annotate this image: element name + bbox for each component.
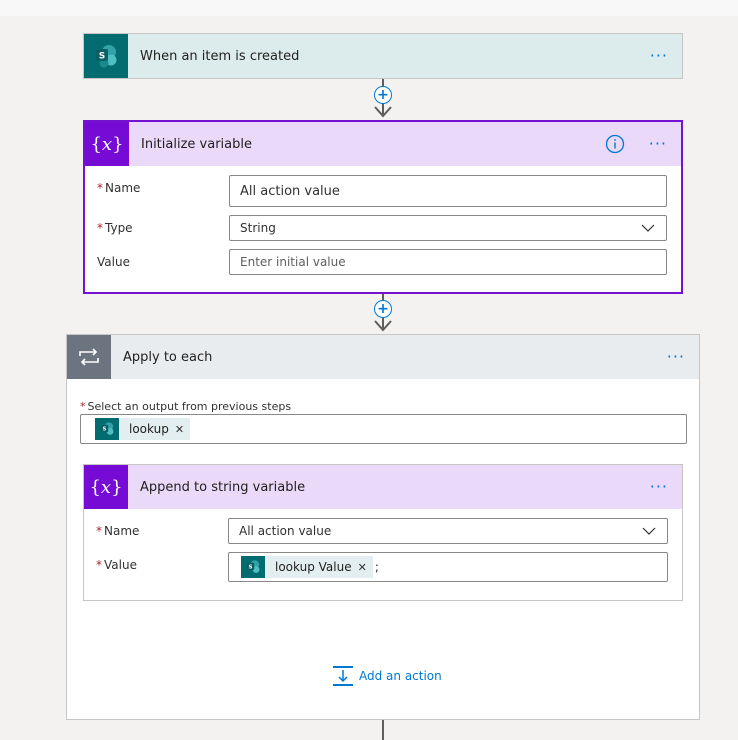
initialize-variable-title: Initialize variable: [141, 136, 252, 152]
apply-to-each-header[interactable]: Apply to each ···: [67, 335, 699, 379]
select-output-input[interactable]: S lookup ✕: [80, 414, 687, 444]
variable-icon: {x}: [85, 122, 129, 166]
type-dropdown[interactable]: String: [229, 215, 667, 241]
top-bar: [0, 0, 738, 16]
sharepoint-icon: S: [95, 418, 119, 440]
append-string-menu-icon[interactable]: ···: [650, 479, 668, 495]
apply-to-each-card[interactable]: Apply to each ··· * Select an output from…: [66, 334, 700, 720]
value-input[interactable]: Enter initial value: [229, 249, 667, 275]
add-action-button[interactable]: Add an action: [332, 665, 442, 687]
trigger-title: When an item is created: [140, 48, 300, 64]
sharepoint-icon: S: [84, 34, 128, 78]
initialize-variable-card[interactable]: {x} Initialize variable ··· * Name All ac…: [83, 120, 683, 294]
apply-to-each-menu-icon[interactable]: ···: [667, 349, 685, 365]
svg-text:S: S: [99, 52, 105, 62]
remove-token-icon[interactable]: ✕: [175, 423, 184, 436]
sharepoint-icon: S: [241, 556, 265, 578]
arrow-down-icon: [374, 106, 392, 118]
append-name-label: * Name: [96, 524, 140, 538]
add-action-icon: [333, 666, 353, 686]
append-string-title: Append to string variable: [140, 479, 306, 495]
select-output-label: * Select an output from previous steps: [80, 400, 292, 413]
svg-text:S: S: [103, 427, 107, 433]
initialize-variable-header[interactable]: {x} Initialize variable ···: [85, 122, 681, 166]
info-icon[interactable]: [605, 134, 625, 154]
append-value-label: * Value: [96, 558, 137, 572]
lookup-token[interactable]: S lookup ✕: [95, 418, 191, 440]
initialize-variable-menu-icon[interactable]: ···: [649, 136, 667, 152]
name-input[interactable]: All action value: [229, 175, 667, 207]
insert-step-icon[interactable]: +: [374, 300, 392, 318]
svg-text:S: S: [249, 565, 253, 571]
insert-step-icon[interactable]: +: [374, 86, 392, 104]
remove-token-icon[interactable]: ✕: [358, 561, 367, 574]
append-string-card[interactable]: {x} Append to string variable ··· * Name …: [83, 464, 683, 601]
type-label: * Type: [97, 221, 133, 235]
trigger-header[interactable]: S When an item is created ···: [84, 34, 682, 78]
append-string-header[interactable]: {x} Append to string variable ···: [84, 465, 682, 509]
trigger-card[interactable]: S When an item is created ···: [83, 33, 683, 79]
append-name-dropdown[interactable]: All action value: [228, 518, 668, 544]
variable-icon: {x}: [84, 465, 128, 509]
append-value-input[interactable]: S lookup Value ✕ ;: [228, 552, 668, 582]
apply-to-each-title: Apply to each: [123, 349, 213, 365]
add-action-label: Add an action: [359, 669, 442, 683]
chevron-down-icon: [642, 527, 656, 535]
value-label: Value: [97, 255, 130, 269]
loop-icon: [67, 335, 111, 379]
trigger-menu-icon[interactable]: ···: [650, 48, 668, 64]
chevron-down-icon: [641, 224, 655, 232]
value-suffix-text: ;: [374, 560, 379, 574]
name-label: * Name: [97, 181, 141, 195]
connector-line: [382, 720, 384, 740]
arrow-down-icon: [374, 320, 392, 332]
lookup-value-token[interactable]: S lookup Value ✕: [241, 556, 373, 578]
